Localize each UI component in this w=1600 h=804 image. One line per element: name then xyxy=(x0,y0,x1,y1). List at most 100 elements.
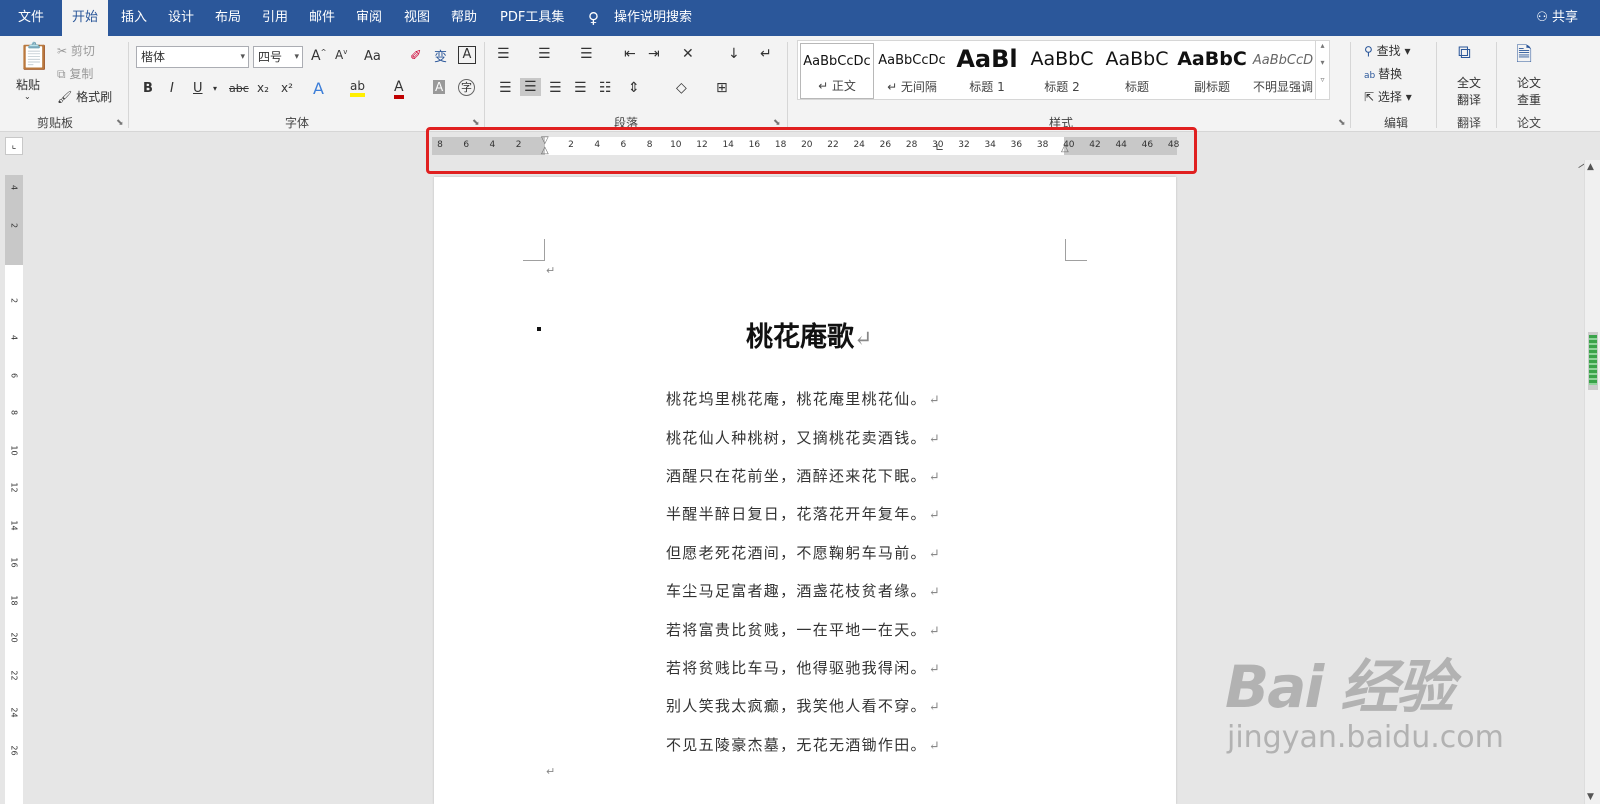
italic-button[interactable]: I xyxy=(170,81,174,96)
styles-scroll[interactable]: ▴ ▾ ▿ xyxy=(1315,41,1329,99)
tab-design[interactable]: 设计 xyxy=(168,0,194,36)
launcher-icon[interactable]: ⬊ xyxy=(1338,118,1346,128)
multilevel-list-icon[interactable]: ☰ xyxy=(580,46,593,62)
text-effects-icon[interactable]: A xyxy=(313,79,324,98)
subscript-button[interactable]: x₂ xyxy=(257,81,269,95)
show-marks-icon[interactable]: ↵ xyxy=(760,46,772,62)
format-painter-button[interactable]: 🖌 格式刷 xyxy=(57,88,112,105)
justify-icon[interactable]: ☰ xyxy=(574,80,587,96)
poem-line[interactable]: 酒醒只在花前坐，酒醉还来花下眠。 ↵ xyxy=(666,465,941,486)
chevron-down-icon[interactable]: ▾ xyxy=(213,84,217,93)
style-title[interactable]: AaBbC 标题 xyxy=(1100,43,1174,99)
numbering-icon[interactable]: ☰ xyxy=(538,46,551,62)
launcher-icon[interactable]: ⬊ xyxy=(116,118,124,128)
line-spacing-icon[interactable]: ⇕ xyxy=(628,80,640,96)
poem-line[interactable]: 若将富贵比贫贱，一在平地一在天。 ↵ xyxy=(666,619,941,640)
chinese-layout-icon[interactable]: ✕ xyxy=(682,46,694,62)
expand-icon[interactable]: ▿ xyxy=(1316,75,1329,84)
tab-references[interactable]: 引用 xyxy=(262,0,288,36)
poem-line[interactable]: 但愿老死花酒间，不愿鞠躬车马前。 ↵ xyxy=(666,542,941,563)
paper-check-icon[interactable]: 🗎 xyxy=(1516,40,1532,74)
tab-selector[interactable]: ⌞ xyxy=(5,137,23,155)
chevron-down-icon[interactable]: ⌄ xyxy=(24,92,31,101)
borders-icon[interactable]: ⊞ xyxy=(716,80,728,96)
tell-me-search[interactable]: 操作说明搜索 xyxy=(614,0,692,36)
poem-line[interactable]: 不见五陵豪杰墓，无花无酒锄作田。 ↵ xyxy=(666,734,941,755)
style-subtle-emphasis[interactable]: AaBbCcD 不明显强调 xyxy=(1250,43,1316,99)
char-border-icon[interactable]: A xyxy=(458,46,476,64)
tab-mailings[interactable]: 邮件 xyxy=(309,0,335,36)
replace-button[interactable]: ab 替换 xyxy=(1364,65,1402,82)
decrease-indent-icon[interactable]: ⇤ xyxy=(624,46,636,62)
distributed-icon[interactable]: ☷ xyxy=(599,80,612,96)
poem-line[interactable]: 若将贫贱比车马，他得驱驰我得闲。 ↵ xyxy=(666,657,941,678)
bold-button[interactable]: B xyxy=(143,81,153,96)
chevron-up-icon[interactable]: ▴ xyxy=(1316,41,1329,50)
font-name-select[interactable]: 楷体 ▾ xyxy=(136,46,249,68)
align-right-icon[interactable]: ☰ xyxy=(549,80,562,96)
sort-icon[interactable]: ↓ xyxy=(728,46,740,62)
tab-home[interactable]: 开始 xyxy=(62,0,109,36)
document-title[interactable]: 桃花庵歌↵ xyxy=(746,315,872,354)
tab-review[interactable]: 审阅 xyxy=(356,0,382,36)
tab-pdf-tools[interactable]: PDF工具集 xyxy=(500,0,564,36)
tab-file[interactable]: 文件 xyxy=(18,0,44,36)
font-color-icon[interactable]: A xyxy=(394,79,404,99)
clear-format-icon[interactable]: ✐ xyxy=(410,48,422,64)
select-button[interactable]: ⇱ 选择 ▾ xyxy=(1364,88,1412,105)
strikethrough-button[interactable]: abc xyxy=(229,82,249,95)
chevron-down-icon[interactable]: ▾ xyxy=(1316,58,1329,67)
crop-mark xyxy=(523,239,545,261)
shrink-font-icon[interactable]: Av xyxy=(335,48,347,62)
tab-layout[interactable]: 布局 xyxy=(215,0,241,36)
poem-line[interactable]: 半醒半醉日复日，花落花开年复年。 ↵ xyxy=(666,503,941,524)
paste-icon[interactable]: 📋 xyxy=(18,42,50,72)
poem-line[interactable]: 车尘马足富者趣，酒盏花枝贫者缘。 ↵ xyxy=(666,580,941,601)
bullets-icon[interactable]: ☰ xyxy=(497,46,510,62)
grow-font-icon[interactable]: A^ xyxy=(311,48,326,64)
vertical-ruler[interactable]: 4 2 2 4 6 8 10 12 14 16 18 20 22 24 26 xyxy=(5,175,23,804)
ruler-tick-label: 4 xyxy=(9,334,19,341)
style-no-spacing[interactable]: AaBbCcDc ↵ 无间隔 xyxy=(875,43,949,99)
document-page[interactable]: ↵ 桃花庵歌↵ 桃花坞里桃花庵，桃花庵里桃花仙。 ↵ 桃花仙人种桃树，又摘桃花卖酒… xyxy=(434,177,1176,804)
enclose-char-icon[interactable]: 字 xyxy=(458,79,475,96)
poem-line[interactable]: 桃花仙人种桃树，又摘桃花卖酒钱。 ↵ xyxy=(666,427,941,448)
tab-view[interactable]: 视图 xyxy=(404,0,430,36)
ruler-tick-label: 2 xyxy=(9,222,19,228)
phonetic-guide-icon[interactable]: 变 xyxy=(434,46,447,65)
share-button[interactable]: ⚇ 共享 xyxy=(1536,0,1578,36)
poem-line[interactable]: 别人笑我太疯癫，我笑他人看不穿。 ↵ xyxy=(666,695,941,716)
superscript-button[interactable]: x² xyxy=(281,81,293,95)
group-divider xyxy=(484,42,485,128)
font-size-select[interactable]: 四号 ▾ xyxy=(253,46,303,68)
poem-line[interactable]: 桃花坞里桃花庵，桃花庵里桃花仙。 ↵ xyxy=(666,388,941,409)
underline-button[interactable]: U xyxy=(193,81,203,96)
change-case-button[interactable]: Aa xyxy=(364,49,381,64)
brush-icon: 🖌 xyxy=(57,90,77,104)
style-subtitle[interactable]: AaBbC 副标题 xyxy=(1175,43,1249,99)
style-heading-2[interactable]: AaBbC 标题 2 xyxy=(1025,43,1099,99)
style-normal[interactable]: AaBbCcDc ↵ 正文 xyxy=(800,43,874,99)
cut-button[interactable]: ✂ 剪切 xyxy=(57,42,95,59)
full-translate-button[interactable]: 全文 翻译 xyxy=(1457,74,1481,108)
tab-help[interactable]: 帮助 xyxy=(451,0,477,36)
find-button[interactable]: ⚲ 查找 ▾ xyxy=(1364,42,1410,59)
ruler-tick-label: 16 xyxy=(9,557,19,568)
translate-icon[interactable]: ⧉ xyxy=(1458,42,1471,63)
align-center-icon[interactable]: ☰ xyxy=(520,78,541,96)
scroll-up-icon[interactable]: ▲ xyxy=(1587,162,1594,172)
ruler-tick-label: 26 xyxy=(9,744,19,756)
paste-button[interactable]: 粘贴 xyxy=(16,76,40,93)
copy-button[interactable]: ⧉ 复制 xyxy=(57,65,93,82)
increase-indent-icon[interactable]: ⇥ xyxy=(648,46,660,62)
shading-icon[interactable]: ◇ xyxy=(676,80,687,96)
tab-insert[interactable]: 插入 xyxy=(121,0,147,36)
highlight-icon[interactable]: ab xyxy=(350,79,365,97)
char-shading-icon[interactable]: A xyxy=(433,80,446,94)
scroll-down-icon[interactable]: ▼ xyxy=(1587,792,1594,802)
vertical-scrollbar[interactable]: ▲ ▼ xyxy=(1584,160,1600,804)
style-heading-1[interactable]: AaBl 标题 1 xyxy=(950,43,1024,99)
group-divider xyxy=(787,42,788,128)
align-left-icon[interactable]: ☰ xyxy=(499,80,512,96)
paper-check-button[interactable]: 论文 查重 xyxy=(1517,74,1541,108)
